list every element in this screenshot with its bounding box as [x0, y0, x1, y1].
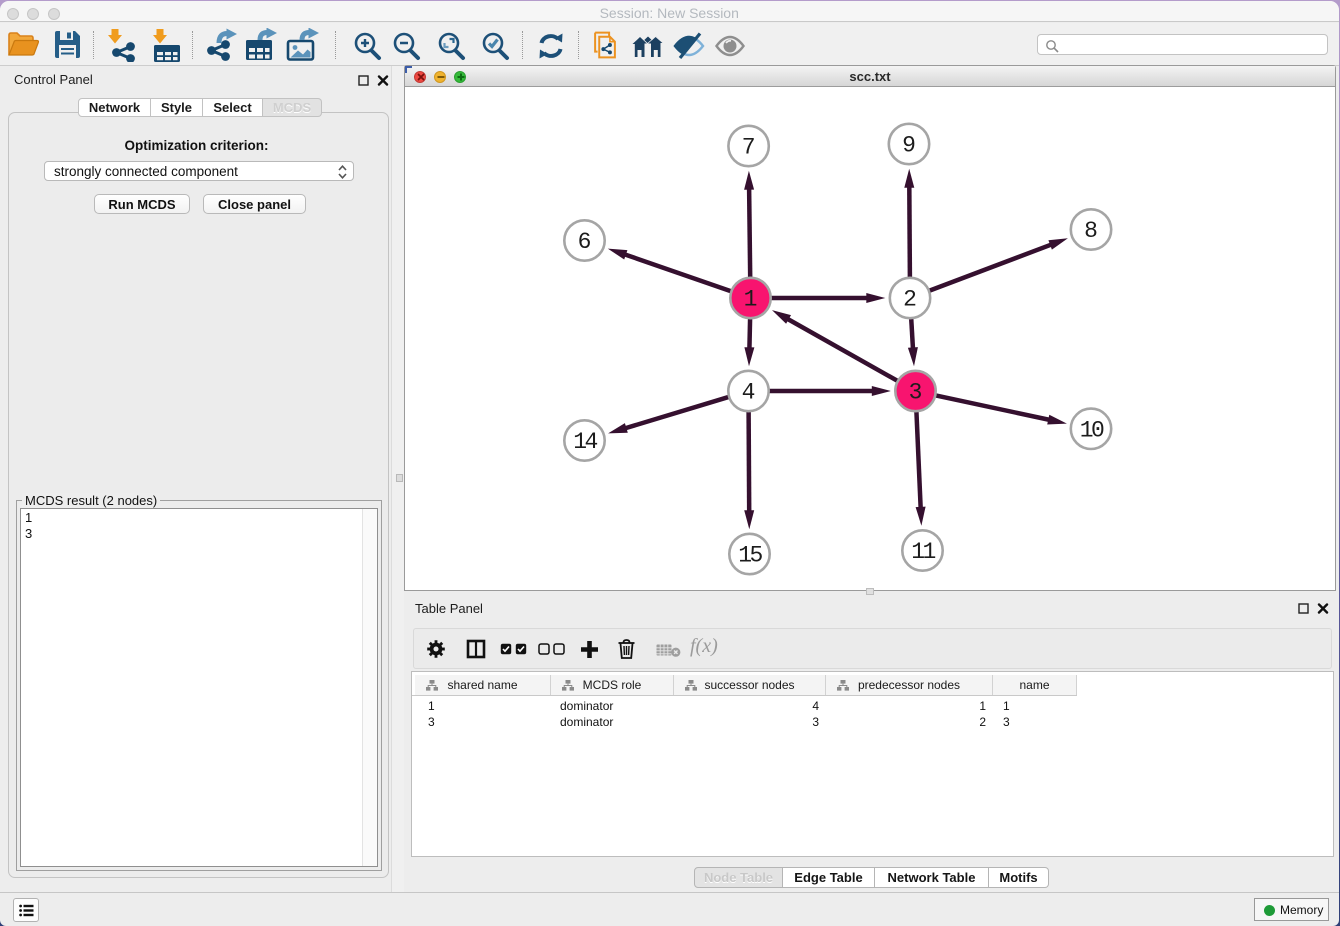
svg-text:1: 1 [744, 287, 758, 313]
svg-text:6: 6 [578, 229, 592, 255]
svg-text:3: 3 [909, 380, 923, 406]
svg-text:10: 10 [1080, 417, 1104, 443]
svg-text:11: 11 [911, 539, 935, 565]
svg-text:2: 2 [903, 287, 917, 313]
svg-text:8: 8 [1084, 218, 1098, 244]
svg-text:9: 9 [902, 133, 916, 159]
svg-text:15: 15 [738, 543, 762, 569]
svg-text:14: 14 [573, 429, 597, 455]
svg-text:4: 4 [742, 380, 756, 406]
svg-text:7: 7 [742, 135, 756, 161]
